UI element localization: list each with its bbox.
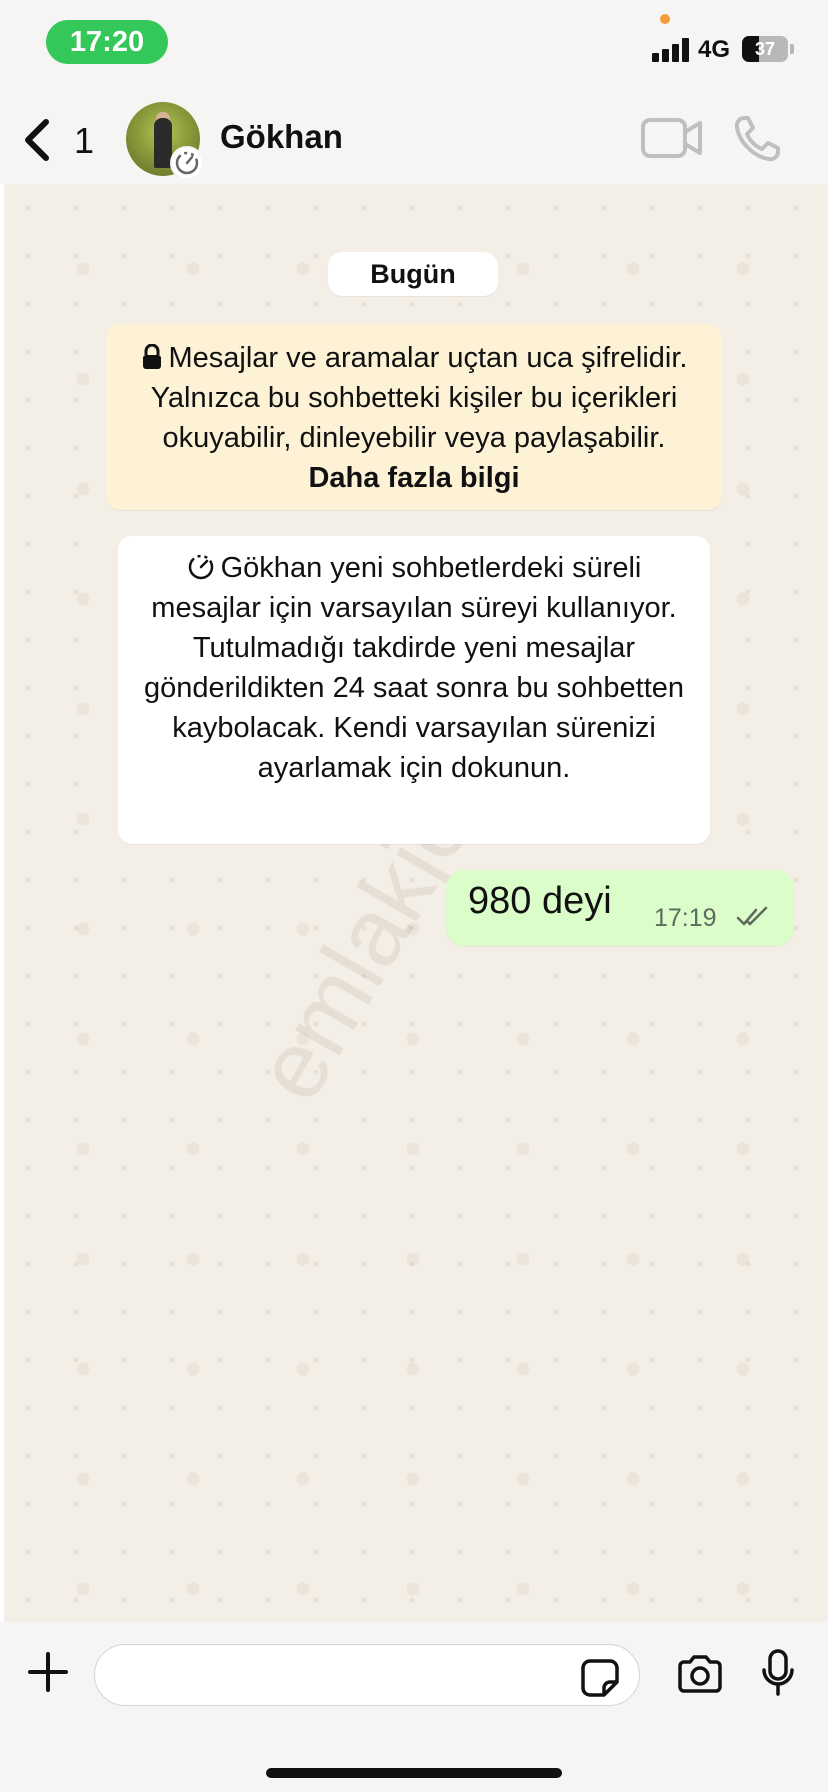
sticker-icon <box>581 1659 619 1697</box>
message-time: 17:19 <box>654 904 717 932</box>
encryption-notice[interactable]: Mesajlar ve aramalar uçtan uca şifrelidi… <box>106 324 722 510</box>
video-call-button[interactable] <box>640 116 704 165</box>
message-input[interactable] <box>94 1644 640 1706</box>
attach-button[interactable] <box>26 1650 70 1699</box>
status-time[interactable]: 17:20 <box>46 20 168 64</box>
camera-icon <box>678 1655 722 1693</box>
date-separator: Bugün <box>328 252 498 296</box>
unread-count: 1 <box>74 120 95 161</box>
network-type: 4G <box>698 36 731 63</box>
chevron-left-icon <box>25 119 49 161</box>
microphone-icon <box>762 1649 794 1696</box>
battery-level: 37 <box>754 39 776 59</box>
chat-header: 1 Gökhan <box>0 96 828 184</box>
disappearing-messages-notice[interactable]: Gökhan yeni sohbetlerdeki süreli mesajla… <box>118 536 710 844</box>
video-camera-icon <box>641 118 702 158</box>
microphone-button[interactable] <box>760 1648 796 1703</box>
message-text: 980 deyi <box>468 880 612 922</box>
battery-tip <box>790 44 794 54</box>
plus-icon <box>28 1652 68 1692</box>
encryption-notice-text: Mesajlar ve aramalar uçtan uca şifrelidi… <box>150 342 688 454</box>
battery-icon: 37 <box>742 36 788 62</box>
sticker-button[interactable] <box>580 1658 620 1703</box>
lock-icon <box>142 344 161 369</box>
home-indicator <box>266 1768 562 1778</box>
outgoing-message[interactable]: 980 deyi 17:19 <box>446 870 794 946</box>
camera-in-use-indicator <box>660 14 670 24</box>
signal-icon <box>652 38 692 62</box>
camera-button[interactable] <box>676 1654 724 1699</box>
disappearing-timer-icon <box>175 151 199 175</box>
input-bar <box>0 1622 828 1792</box>
status-bar: 17:20 4G 37 <box>0 0 828 96</box>
contact-name[interactable]: Gökhan <box>220 118 343 156</box>
disappearing-timer-badge <box>170 146 204 180</box>
phone-icon <box>734 116 780 162</box>
disappearing-timer-icon <box>188 554 213 580</box>
read-receipt-icon <box>736 906 768 926</box>
back-button[interactable]: 1 <box>22 114 102 166</box>
disappearing-notice-text: Gökhan yeni sohbetlerdeki süreli mesajla… <box>143 552 685 784</box>
learn-more-link[interactable]: Daha fazla bilgi <box>308 462 519 494</box>
voice-call-button[interactable] <box>732 114 782 169</box>
